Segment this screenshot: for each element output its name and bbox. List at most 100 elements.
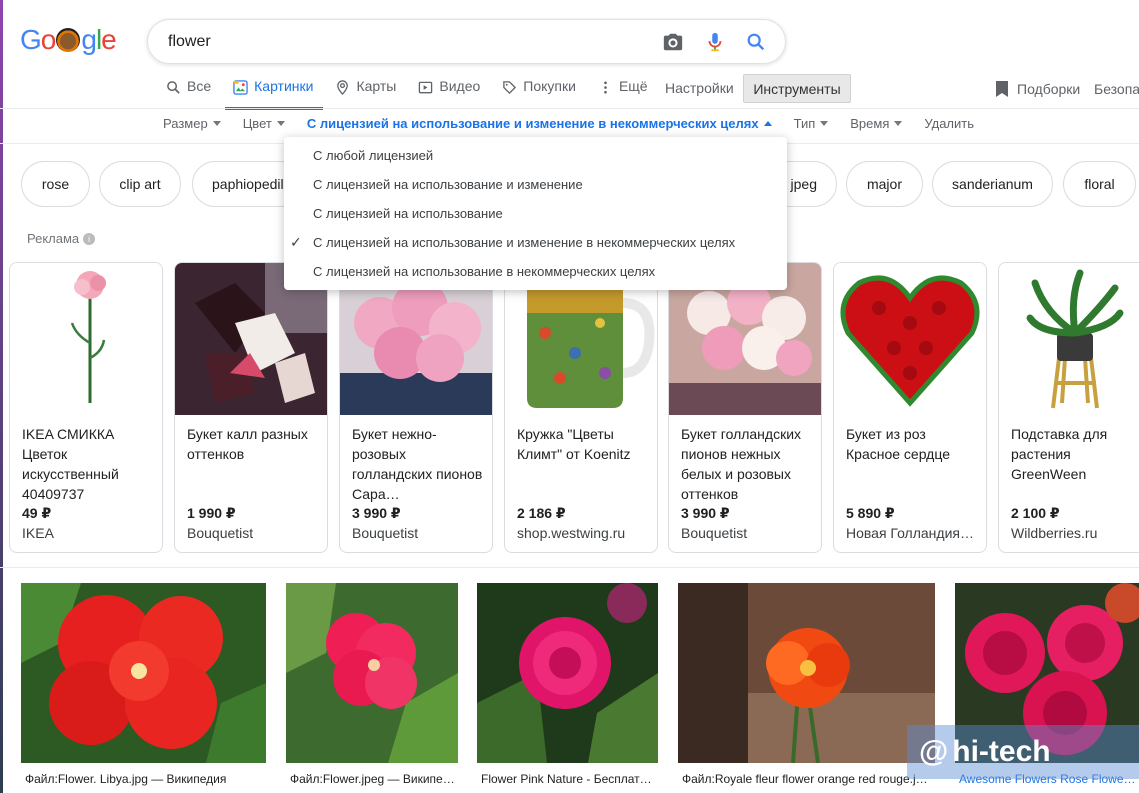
option-label: С лицензией на использование [313,206,503,221]
option-label: С лицензией на использование и изменение… [313,235,736,250]
tab-label: Картинки [254,78,314,94]
search-input[interactable]: flower [168,33,211,51]
dropdown-arrow-icon [212,121,221,126]
product-card[interactable]: Кружка "Цветы Климт" от Koenitz 2 186 ₽ … [504,262,658,553]
filter-label: Цвет [242,116,272,131]
tag-icon [503,81,517,95]
product-title: Букет голландских пионов нежных белых и … [681,426,802,502]
product-card[interactable]: IKEA СМИККА Цветок искусственный 4040973… [9,262,163,553]
map-pin-icon [337,80,349,95]
product-title: Букет из роз Красное сердце [846,426,950,462]
license-option[interactable]: С любой лицензией [284,141,787,170]
filter-clear[interactable]: Удалить [924,116,974,131]
tab-label: Ещё [618,78,648,94]
related-chip[interactable]: rose [21,161,90,207]
product-card[interactable]: Букет из роз Красное сердце 5 890 ₽ Нова… [833,262,987,553]
image-result[interactable]: Файл:Flower. Libya.jpg — Википедия [21,583,266,786]
result-caption[interactable]: Файл:Royale fleur flower orange red roug… [682,772,934,786]
license-option[interactable]: С лицензией на использование [284,199,787,228]
product-card[interactable]: Букет калл разных оттенков 1 990 ₽ Bouqu… [174,262,328,553]
related-chip[interactable]: clip art [99,161,181,207]
product-price: 49 ₽ [22,505,52,521]
product-store: Bouquetist [352,525,419,541]
product-price: 3 990 ₽ [681,505,730,521]
product-title: Букет калл разных оттенков [187,426,308,462]
product-price: 2 100 ₽ [1011,505,1060,521]
watermark-overlay: @ hi-tech [907,725,1139,779]
filter-label: Размер [163,116,208,131]
product-price: 2 186 ₽ [517,505,566,521]
license-option-selected[interactable]: ✓ С лицензией на использование и изменени… [284,228,787,257]
product-image [834,263,986,415]
google-logo[interactable]: Go gle [20,24,117,56]
product-card[interactable]: Букет голландских пионов нежных белых и … [668,262,822,553]
tools-button[interactable]: Инструменты [743,74,851,103]
search-icon[interactable] [745,31,767,53]
product-price: 5 890 ₽ [846,505,895,521]
ads-label: Реклама i [27,231,96,246]
filter-time[interactable]: Время [850,116,903,131]
dropdown-arrow-icon [894,121,903,126]
filter-license[interactable]: С лицензией на использование и изменение… [307,116,772,131]
tools-filter-bar: Размер Цвет С лицензией на использование… [163,116,974,131]
filter-color[interactable]: Цвет [243,116,285,131]
option-label: С лицензией на использование в некоммерч… [313,264,656,279]
result-caption[interactable]: Flower Pink Nature - Бесплат… [481,772,657,786]
settings-link[interactable]: Настройки [665,80,734,96]
safesearch-link[interactable]: Безопасн [1094,81,1139,97]
tab-images[interactable]: Картинки [225,78,324,110]
related-chip[interactable]: major [846,161,923,207]
image-result[interactable]: Flower Pink Nature - Бесплат… [477,583,658,786]
product-title: Кружка "Цветы Климт" от Koenitz [517,426,631,462]
related-chip[interactable]: sanderianum [932,161,1053,207]
option-label: С любой лицензией [313,148,434,163]
product-image [999,263,1139,415]
product-store: Bouquetist [681,525,748,541]
collections-link[interactable]: Подборки [995,81,1080,97]
tab-more[interactable]: Ещё [598,78,648,110]
tab-maps[interactable]: Карты [335,78,396,110]
product-card[interactable]: Букет нежно-розовых голландских пионов С… [339,262,493,553]
result-image [21,583,266,763]
result-image [477,583,658,763]
product-card[interactable]: Подставка для растения GreenWeen 2 100 ₽… [998,262,1139,553]
result-caption[interactable]: Файл:Flower.jpeg — Википе… [290,772,458,786]
result-image [286,583,458,763]
window-edge [0,0,3,793]
ads-label-text: Реклама [27,231,80,246]
filter-label: С лицензией на использование и изменение… [306,116,759,131]
license-option[interactable]: С лицензией на использование в некоммерч… [284,257,787,286]
result-image [678,583,935,763]
product-store: shop.westwing.ru [517,525,626,541]
checkmark-icon: ✓ [290,234,302,250]
tab-video[interactable]: Видео [418,78,480,110]
license-option[interactable]: С лицензией на использование и изменение [284,170,787,199]
product-image [10,263,162,415]
search-icon [167,81,180,94]
tab-shopping[interactable]: Покупки [502,78,576,110]
filter-size[interactable]: Размер [163,116,221,131]
result-caption[interactable]: Файл:Flower. Libya.jpg — Википедия [25,772,265,786]
related-chip[interactable]: floral [1063,161,1136,207]
video-icon [419,81,433,94]
tab-label: Все [187,78,212,94]
tab-label: Покупки [523,78,576,94]
info-icon[interactable]: i [83,232,96,245]
image-result[interactable]: Файл:Royale fleur flower orange red roug… [678,583,935,786]
product-store: IKEA [22,525,54,541]
dropdown-arrow-icon [276,121,285,126]
product-price: 1 990 ₽ [187,505,236,521]
option-label: С лицензией на использование и изменение [313,177,583,192]
collections-label: Подборки [1017,81,1081,97]
search-box[interactable]: flower [147,19,786,64]
dropdown-arrow-up-icon [763,121,772,126]
more-vert-icon [604,81,607,94]
filter-type[interactable]: Тип [794,116,829,131]
tab-label: Видео [439,78,481,94]
camera-icon[interactable] [662,31,684,53]
dropdown-arrow-icon [820,121,829,126]
product-price: 3 990 ₽ [352,505,401,521]
tab-all[interactable]: Все [166,78,211,110]
microphone-icon[interactable] [704,31,726,53]
image-result[interactable]: Файл:Flower.jpeg — Википе… [286,583,458,786]
